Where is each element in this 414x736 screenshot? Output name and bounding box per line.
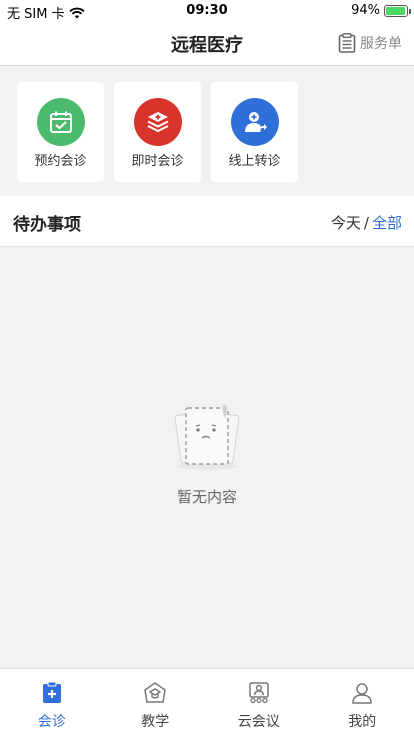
online-referral-tile[interactable]: 线上转诊 <box>211 82 298 182</box>
battery-percent: 94% <box>351 3 380 18</box>
todo-title: 待办事项 <box>13 215 81 235</box>
tab-label: 云会议 <box>237 714 280 730</box>
service-order-label: 服务单 <box>360 36 402 52</box>
service-order-button[interactable]: 服务单 <box>338 33 402 53</box>
tab-consult[interactable]: 会诊 <box>0 669 104 736</box>
profile-icon <box>352 683 373 704</box>
tab-label: 我的 <box>348 714 377 730</box>
empty-state: 暂无内容 <box>0 400 414 507</box>
tab-bar: 会诊 教学 云会议 我的 <box>0 668 414 736</box>
tab-label: 会诊 <box>37 714 66 730</box>
doctor-referral-icon <box>230 98 279 146</box>
tile-label: 预约会诊 <box>34 154 87 169</box>
tab-teaching[interactable]: 教学 <box>104 669 208 736</box>
battery-icon <box>384 4 411 17</box>
tile-label: 即时会诊 <box>131 154 184 169</box>
empty-text: 暂无内容 <box>176 488 237 506</box>
filter-separator: / <box>363 214 369 232</box>
todo-filter: 今天 / 全部 <box>331 212 402 233</box>
appointment-consult-tile[interactable]: 预约会诊 <box>17 82 104 182</box>
teaching-icon <box>144 682 167 703</box>
tab-profile[interactable]: 我的 <box>311 669 414 736</box>
meeting-icon <box>249 682 269 704</box>
tab-meeting[interactable]: 云会议 <box>207 669 311 736</box>
consult-icon <box>42 681 61 703</box>
empty-paper-icon <box>174 404 240 470</box>
clipboard-icon <box>338 33 356 53</box>
filter-all[interactable]: 全部 <box>372 214 402 232</box>
tile-label: 线上转诊 <box>228 154 281 169</box>
calendar-check-icon <box>36 98 85 146</box>
first-aid-layers-icon <box>133 98 182 146</box>
quick-actions: 预约会诊 即时会诊 线上转诊 <box>0 66 414 196</box>
battery-fill <box>386 6 405 15</box>
status-right: 94% <box>351 3 411 18</box>
todo-header: 待办事项 今天 / 全部 <box>0 196 414 247</box>
nav-bar: 远程医疗 服务单 <box>0 22 414 66</box>
tab-label: 教学 <box>141 714 170 730</box>
status-bar: 无 SIM 卡 09:30 94% <box>0 0 414 22</box>
instant-consult-tile[interactable]: 即时会诊 <box>114 82 201 182</box>
filter-today[interactable]: 今天 <box>331 214 361 232</box>
